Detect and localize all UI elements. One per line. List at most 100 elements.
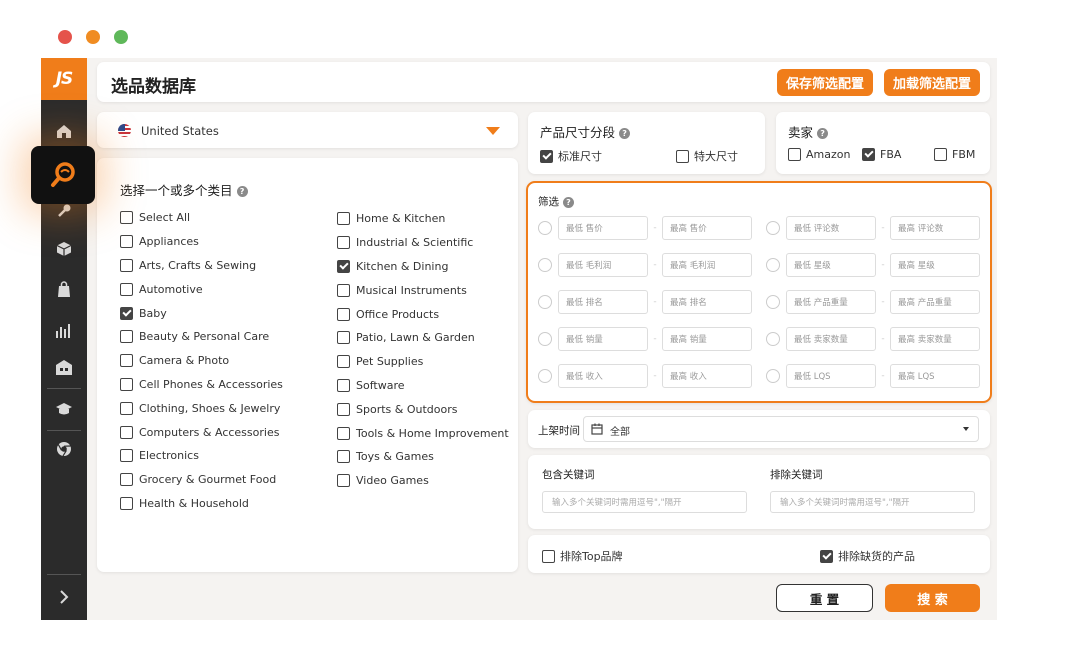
max-filter-input[interactable]: 最高 排名 <box>662 290 752 314</box>
category-item[interactable]: Automotive <box>120 277 283 301</box>
minimize-window-button[interactable] <box>86 30 100 44</box>
category-item[interactable]: Office Products <box>337 302 509 326</box>
min-filter-input[interactable]: 最低 评论数 <box>786 216 876 240</box>
category-item[interactable]: Tools & Home Improvement <box>337 421 509 445</box>
category-item[interactable]: Electronics <box>120 444 283 468</box>
checkbox[interactable] <box>337 307 350 321</box>
checkbox[interactable] <box>542 549 555 563</box>
min-filter-input[interactable]: 最低 毛利润 <box>558 253 648 277</box>
graduation-cap-icon[interactable] <box>41 396 87 422</box>
min-filter-input[interactable]: 最低 产品重量 <box>786 290 876 314</box>
checkbox-checked[interactable] <box>820 549 833 563</box>
help-icon[interactable]: ? <box>619 128 631 139</box>
checkbox[interactable] <box>120 449 133 463</box>
max-filter-input[interactable]: 最高 星级 <box>890 253 980 277</box>
checkbox[interactable] <box>120 211 133 225</box>
checkbox[interactable] <box>676 149 689 163</box>
checkbox[interactable] <box>337 474 350 488</box>
max-filter-input[interactable]: 最高 产品重量 <box>890 290 980 314</box>
category-item[interactable]: Select All <box>120 206 283 230</box>
standard-size-checkbox[interactable]: 标准尺寸 <box>540 148 602 164</box>
checkbox[interactable] <box>337 331 350 345</box>
bar-chart-icon[interactable] <box>41 317 87 343</box>
checkbox[interactable] <box>120 282 133 296</box>
save-filter-config-button[interactable]: 保存筛选配置 <box>777 69 873 96</box>
max-filter-input[interactable]: 最高 销量 <box>662 327 752 351</box>
search-button[interactable]: 搜 索 <box>885 584 980 612</box>
home-icon[interactable] <box>41 118 87 144</box>
max-filter-input[interactable]: 最高 LQS <box>890 364 980 388</box>
min-filter-input[interactable]: 最低 LQS <box>786 364 876 388</box>
min-filter-input[interactable]: 最低 卖家数量 <box>786 327 876 351</box>
checkbox[interactable] <box>337 212 350 226</box>
min-filter-input[interactable]: 最低 星级 <box>786 253 876 277</box>
category-item[interactable]: Video Games <box>337 469 509 493</box>
help-icon[interactable]: ? <box>563 196 574 208</box>
help-icon[interactable]: ? <box>817 128 829 139</box>
category-item[interactable]: Grocery & Gourmet Food <box>120 468 283 492</box>
category-item[interactable]: Cell Phones & Accessories <box>120 373 283 397</box>
exclude-out-of-stock-checkbox[interactable]: 排除缺货的产品 <box>820 548 915 564</box>
category-item[interactable]: Camera & Photo <box>120 349 283 373</box>
category-item[interactable]: Industrial & Scientific <box>337 231 509 255</box>
category-item[interactable]: Clothing, Shoes & Jewelry <box>120 396 283 420</box>
checkbox[interactable] <box>337 402 350 416</box>
fbm-seller-checkbox[interactable]: FBM <box>934 148 975 161</box>
max-filter-input[interactable]: 最高 售价 <box>662 216 752 240</box>
max-filter-input[interactable]: 最高 毛利润 <box>662 253 752 277</box>
checkbox[interactable] <box>120 496 133 510</box>
category-item[interactable]: Home & Kitchen <box>337 207 509 231</box>
fba-seller-checkbox[interactable]: FBA <box>862 148 901 161</box>
category-item[interactable]: Arts, Crafts & Sewing <box>120 254 283 278</box>
max-filter-input[interactable]: 最高 评论数 <box>890 216 980 240</box>
checkbox-checked[interactable] <box>120 306 133 320</box>
category-item[interactable]: Kitchen & Dining <box>337 255 509 279</box>
checkbox[interactable] <box>120 258 133 272</box>
checkbox[interactable] <box>788 148 801 161</box>
checkbox[interactable] <box>337 355 350 369</box>
chrome-extension-icon[interactable] <box>41 436 87 462</box>
checkbox[interactable] <box>120 330 133 344</box>
checkbox[interactable] <box>337 450 350 464</box>
min-filter-input[interactable]: 最低 售价 <box>558 216 648 240</box>
box-icon[interactable] <box>41 236 87 262</box>
checkbox[interactable] <box>120 425 133 439</box>
checkbox[interactable] <box>337 283 350 297</box>
category-item[interactable]: Appliances <box>120 230 283 254</box>
category-item[interactable]: Pet Supplies <box>337 350 509 374</box>
category-item[interactable]: Beauty & Personal Care <box>120 325 283 349</box>
checkbox-checked[interactable] <box>862 148 875 161</box>
category-item[interactable]: Toys & Games <box>337 445 509 469</box>
product-database-icon[interactable] <box>31 146 95 204</box>
exclude-top-brands-checkbox[interactable]: 排除Top品牌 <box>542 548 623 564</box>
checkbox-checked[interactable] <box>540 149 553 163</box>
include-keywords-input[interactable]: 输入多个关键词时需用逗号","隔开 <box>542 491 747 513</box>
help-icon[interactable]: ? <box>236 186 248 197</box>
amazon-seller-checkbox[interactable]: Amazon <box>788 148 850 161</box>
marketplace-select[interactable]: United States <box>97 112 518 148</box>
checkbox[interactable] <box>120 401 133 415</box>
oversize-checkbox[interactable]: 特大尺寸 <box>676 148 738 164</box>
min-filter-input[interactable]: 最低 销量 <box>558 327 648 351</box>
maximize-window-button[interactable] <box>114 30 128 44</box>
checkbox[interactable] <box>120 377 133 391</box>
max-filter-input[interactable]: 最高 收入 <box>662 364 752 388</box>
category-item[interactable]: Software <box>337 374 509 398</box>
checkbox[interactable] <box>337 378 350 392</box>
exclude-keywords-input[interactable]: 输入多个关键词时需用逗号","隔开 <box>770 491 975 513</box>
category-item[interactable]: Computers & Accessories <box>120 420 283 444</box>
category-item[interactable]: Patio, Lawn & Garden <box>337 326 509 350</box>
checkbox[interactable] <box>337 236 350 250</box>
reset-button[interactable]: 重 置 <box>776 584 873 612</box>
checkbox[interactable] <box>120 473 133 487</box>
shopping-bag-icon[interactable] <box>41 276 87 302</box>
warehouse-icon[interactable] <box>41 354 87 380</box>
min-filter-input[interactable]: 最低 排名 <box>558 290 648 314</box>
expand-sidebar-icon[interactable] <box>41 584 87 610</box>
min-filter-input[interactable]: 最低 收入 <box>558 364 648 388</box>
category-item[interactable]: Musical Instruments <box>337 278 509 302</box>
checkbox[interactable] <box>120 354 133 368</box>
category-item[interactable]: Baby <box>120 301 283 325</box>
category-item[interactable]: Sports & Outdoors <box>337 397 509 421</box>
max-filter-input[interactable]: 最高 卖家数量 <box>890 327 980 351</box>
